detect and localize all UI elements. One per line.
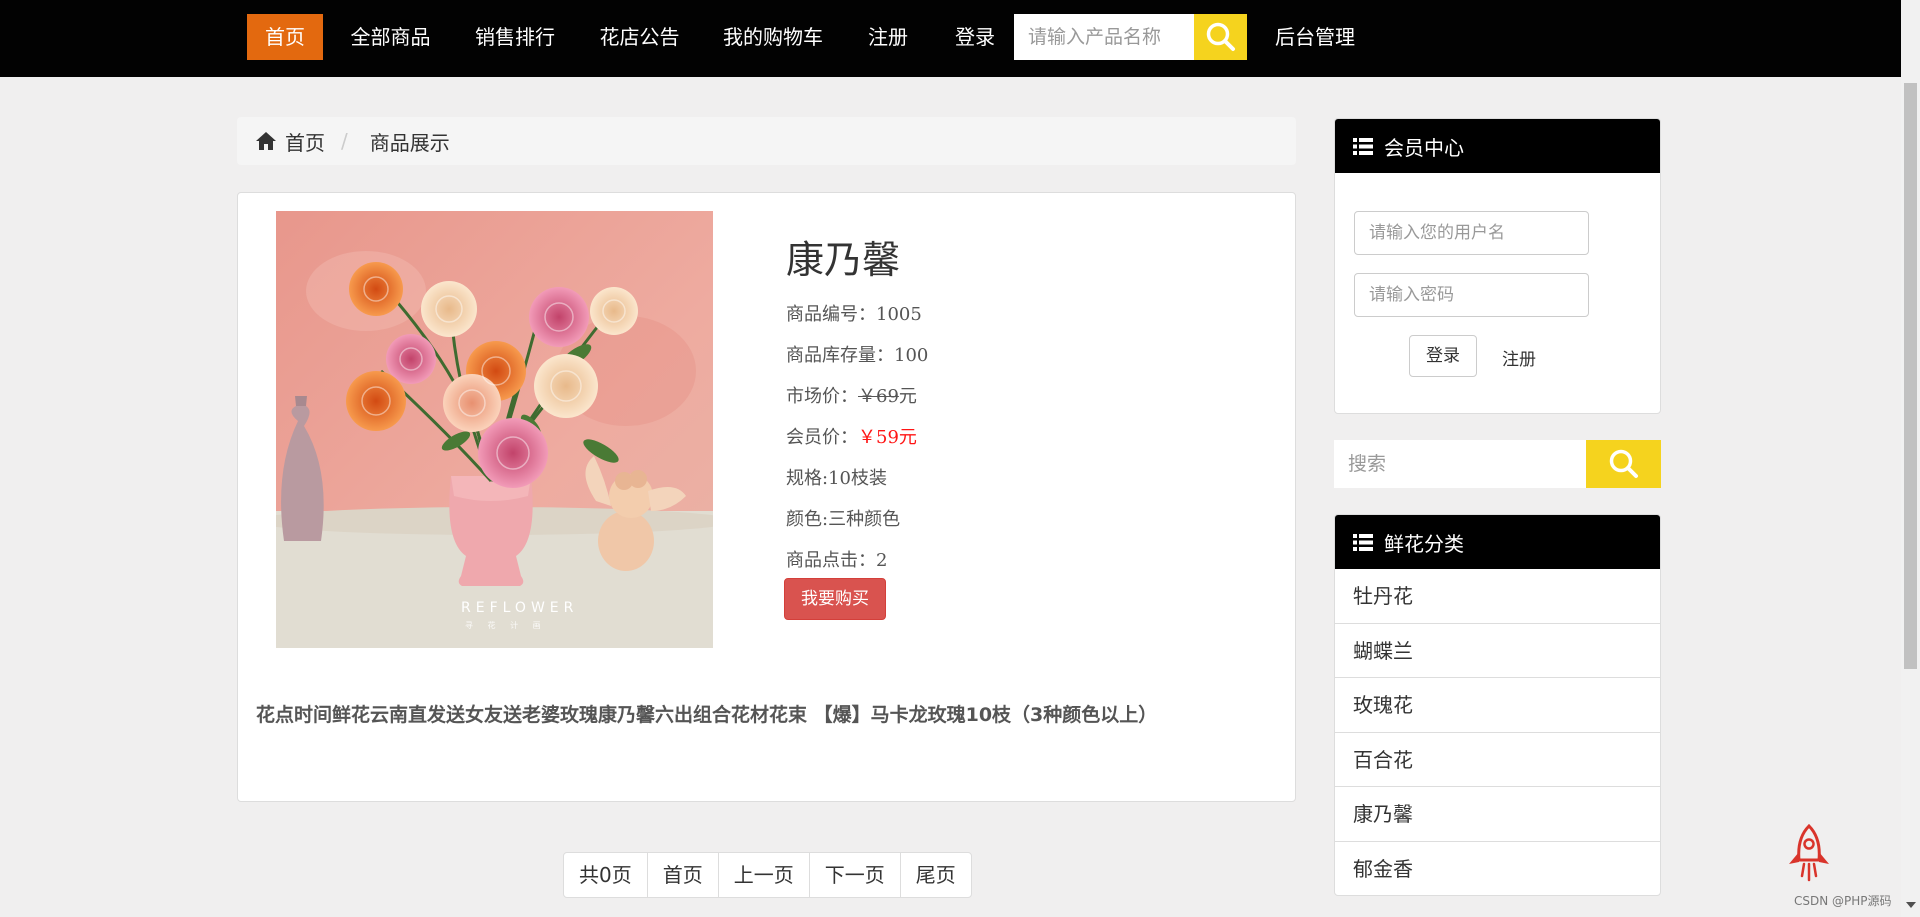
market-price-label: 市场价：	[786, 386, 858, 407]
password-input[interactable]	[1354, 273, 1589, 317]
product-description: 花点时间鲜花云南直发送女友送老婆玫瑰康乃馨六出组合花材花束 【爆】马卡龙玫瑰10…	[256, 704, 1158, 726]
breadcrumb-current: 商品展示	[369, 130, 450, 155]
category-item[interactable]: 蝴蝶兰	[1335, 624, 1660, 678]
home-icon	[256, 132, 276, 150]
member-center-header: 会员中心	[1335, 119, 1660, 173]
member-price-value: ￥59元	[858, 427, 917, 448]
product-id-label: 商品编号：	[786, 304, 876, 325]
breadcrumb-home[interactable]: 首页	[285, 127, 325, 156]
market-price-value: ￥69	[858, 386, 899, 407]
product-stock-row: 商品库存量：100	[786, 335, 928, 376]
nav-item-all-products[interactable]: 全部商品	[338, 14, 443, 60]
market-price-unit: 元	[898, 386, 917, 407]
breadcrumb-separator: /	[341, 129, 348, 153]
member-center-title: 会员中心	[1384, 135, 1464, 160]
product-clicks-value: 2	[876, 550, 888, 571]
category-item[interactable]: 玫瑰花	[1335, 678, 1660, 733]
product-clicks-label: 商品点击：	[786, 550, 876, 571]
nav-item-cart[interactable]: 我的购物车	[710, 14, 836, 60]
watermark: CSDN @PHP源码	[1794, 894, 1892, 908]
search-icon	[1206, 22, 1235, 51]
nav-item-admin[interactable]: 后台管理	[1262, 14, 1368, 60]
product-id-row: 商品编号：1005	[786, 294, 928, 335]
rocket-icon	[1789, 823, 1829, 882]
top-nav: 首页 全部商品 销售排行 花店公告 我的购物车 注册 登录 后台管理	[0, 0, 1901, 77]
scrollbar-thumb[interactable]	[1904, 83, 1917, 669]
product-panel: REFLOWER 寻 花 计 画 康乃馨 商品编号：1005 商品库存量：100…	[237, 192, 1296, 802]
pagination-first[interactable]: 首页	[646, 852, 719, 898]
nav-item-register[interactable]: 注册	[855, 14, 921, 60]
pagination-next[interactable]: 下一页	[808, 852, 901, 898]
nav-item-sales-ranking[interactable]: 销售排行	[462, 14, 568, 60]
member-center-panel: 会员中心 登录 注册	[1334, 118, 1661, 414]
product-id-value: 1005	[876, 304, 922, 325]
register-link[interactable]: 注册	[1502, 345, 1536, 370]
pagination-last[interactable]: 尾页	[899, 852, 972, 898]
product-clicks-row: 商品点击：2	[786, 540, 928, 581]
back-to-top-button[interactable]	[1783, 823, 1835, 882]
page-scrollbar[interactable]	[1901, 0, 1920, 917]
nav-item-announcements[interactable]: 花店公告	[587, 14, 692, 60]
list-icon	[1353, 533, 1373, 551]
category-header: 鲜花分类	[1335, 515, 1660, 569]
pagination: 共0页 首页 上一页 下一页 尾页	[563, 852, 972, 898]
category-item[interactable]: 百合花	[1335, 733, 1660, 787]
scroll-down-arrow[interactable]	[1906, 902, 1916, 908]
pagination-total: 共0页	[563, 852, 648, 898]
category-item[interactable]: 康乃馨	[1335, 787, 1660, 842]
breadcrumb: 首页 / 商品展示	[237, 117, 1296, 165]
nav-item-login[interactable]: 登录	[941, 14, 1009, 60]
nav-item-home[interactable]: 首页	[247, 14, 323, 60]
category-item[interactable]: 牡丹花	[1335, 569, 1660, 624]
login-button[interactable]: 登录	[1409, 335, 1477, 377]
search-icon	[1609, 449, 1638, 478]
image-brand-text: REFLOWER	[461, 600, 578, 616]
product-image: REFLOWER 寻 花 计 画	[276, 211, 713, 648]
username-input[interactable]	[1354, 211, 1589, 255]
product-color: 颜色:三种颜色	[786, 509, 901, 530]
category-panel: 鲜花分类 牡丹花 蝴蝶兰 玫瑰花 百合花 康乃馨 郁金香	[1334, 514, 1661, 896]
product-search-button[interactable]	[1194, 14, 1247, 60]
member-price-label: 会员价：	[786, 427, 858, 448]
category-item[interactable]: 郁金香	[1335, 842, 1660, 896]
sidebar-search-input[interactable]	[1334, 440, 1586, 488]
list-icon	[1353, 137, 1373, 155]
image-brand-subtext: 寻 花 计 画	[465, 620, 547, 630]
sidebar-search	[1334, 440, 1661, 488]
member-price-row: 会员价：￥59元	[786, 417, 928, 458]
product-info: 康乃馨 商品编号：1005 商品库存量：100 市场价：￥69元 会员价：￥59…	[786, 229, 928, 581]
buy-button[interactable]: 我要购买	[784, 578, 886, 620]
product-stock-label: 商品库存量：	[786, 345, 894, 366]
pagination-prev[interactable]: 上一页	[717, 852, 810, 898]
category-title: 鲜花分类	[1384, 531, 1464, 556]
product-spec: 规格:10枝装	[786, 468, 887, 489]
product-search-input[interactable]	[1014, 14, 1194, 60]
market-price-row: 市场价：￥69元	[786, 376, 928, 417]
product-stock-value: 100	[894, 345, 929, 366]
product-name: 康乃馨	[786, 238, 901, 282]
sidebar-search-button[interactable]	[1586, 440, 1661, 488]
